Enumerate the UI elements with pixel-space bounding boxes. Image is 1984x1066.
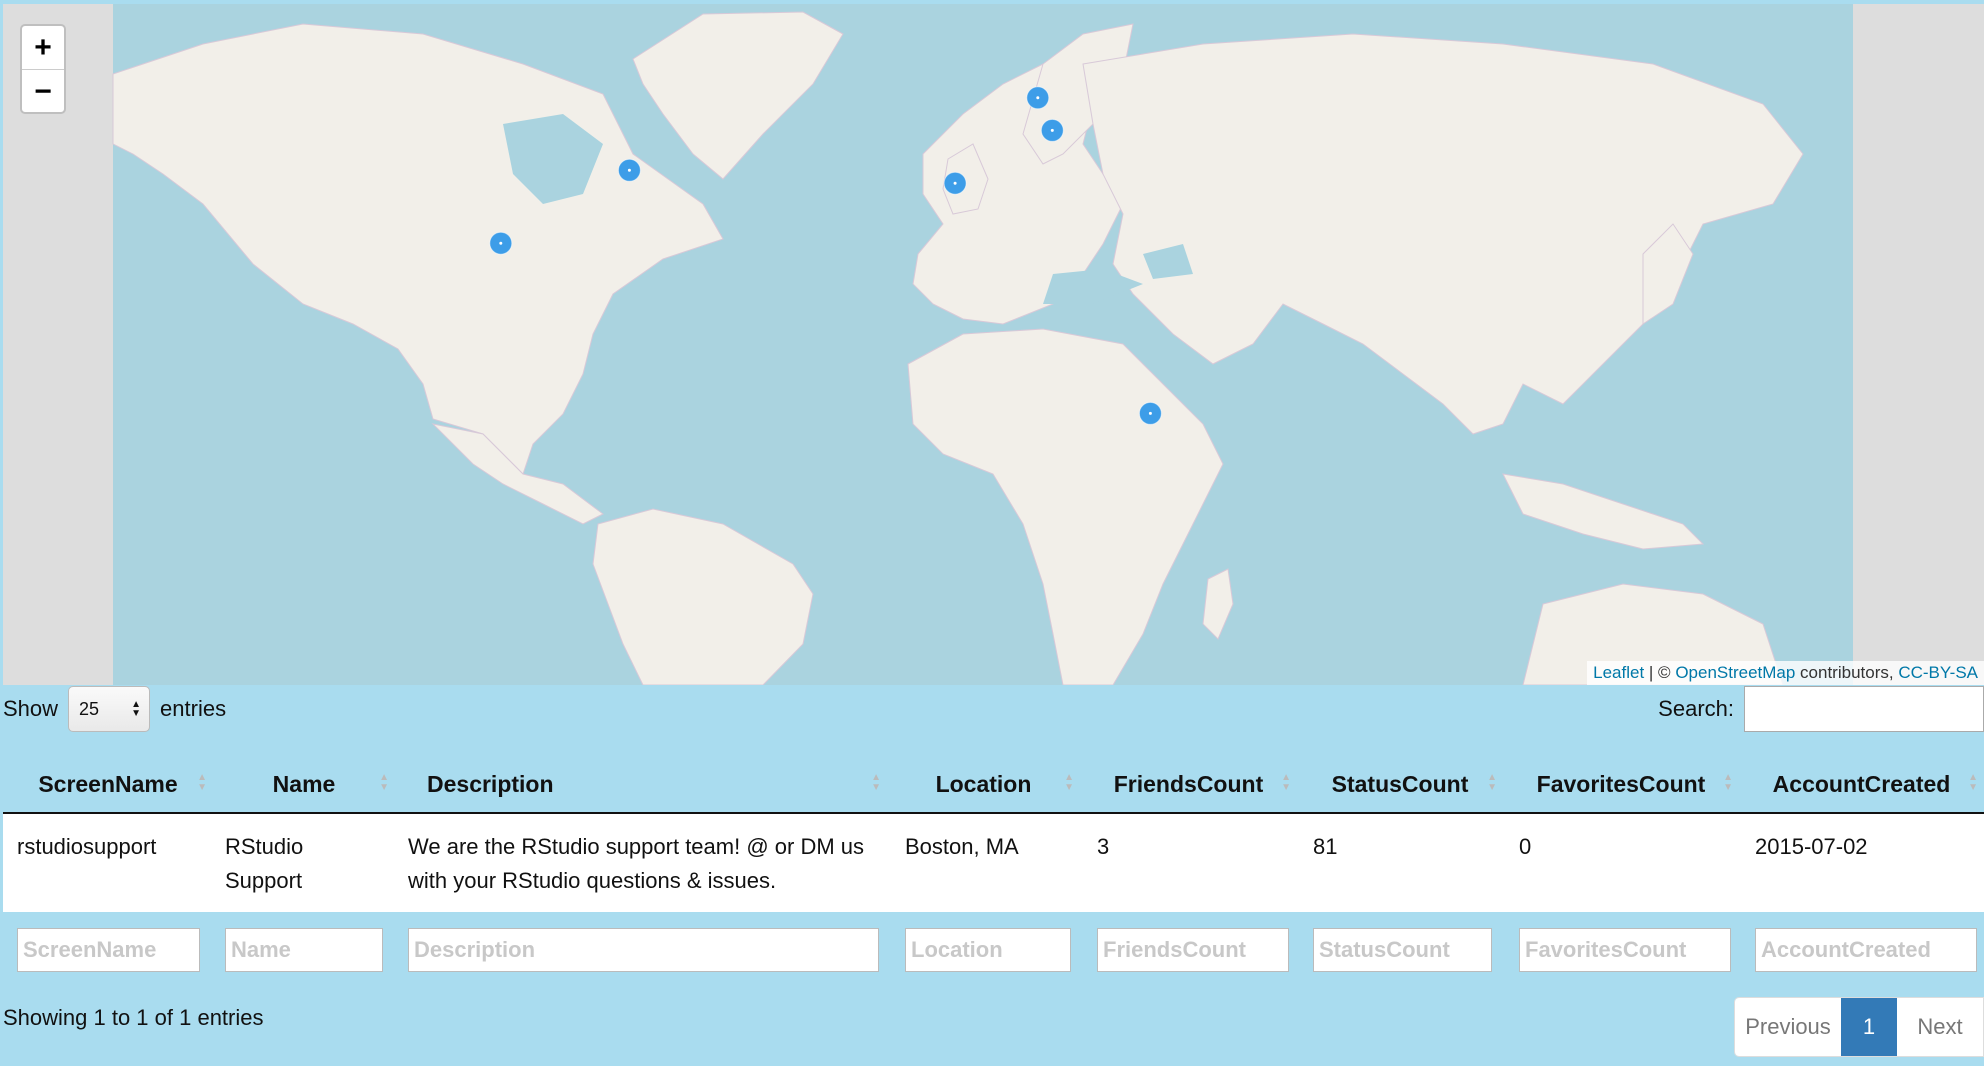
column-filters: ScreenName Name Description Location Friends… (3, 912, 1984, 982)
map-tiles (3, 4, 1984, 685)
cell-friendscount: 3 (1097, 834, 1110, 859)
cell-description: We are the RStudio support team! @ or DM… (408, 834, 865, 893)
column-header-screenname[interactable]: ScreenName ▲ ▼ (3, 756, 213, 812)
map-marker-center (1148, 411, 1152, 415)
map-attribution: Leaflet | © OpenStreetMap contributors, … (1587, 661, 1984, 685)
cell-statuscount: 81 (1313, 834, 1338, 859)
column-header-description[interactable]: Description ▲ ▼ (395, 756, 887, 812)
table-row: rstudiosupport RStudio Support We are the … (3, 814, 1984, 912)
cell-accountcreated: 2015-07-02 (1755, 834, 1868, 859)
search-control: Search: (1658, 684, 1984, 734)
attribution-separator: | © (1644, 663, 1676, 682)
table-header: ScreenName ▲ ▼ Name ▲ ▼ Description ▲ ▼ Location ▲… (3, 756, 1984, 812)
page-length-value: 25 (79, 698, 100, 719)
filter-input-favoritescount[interactable]: FavoritesCount (1519, 928, 1731, 972)
filter-input-statuscount[interactable]: StatusCount (1313, 928, 1492, 972)
sort-icon: ▲ ▼ (379, 772, 389, 793)
zoom-out-button[interactable]: − (22, 69, 64, 112)
map-marker-center (1036, 96, 1040, 100)
sort-icon: ▲ ▼ (1064, 772, 1074, 793)
osm-link[interactable]: OpenStreetMap (1675, 663, 1795, 682)
license-link[interactable]: CC-BY-SA (1898, 663, 1978, 682)
table-info: Showing 1 to 1 of 1 entries (3, 1005, 264, 1030)
column-header-label: StatusCount (1331, 770, 1469, 797)
cell-location: Boston, MA (905, 834, 1019, 859)
sort-icon: ▲ ▼ (1281, 772, 1291, 793)
sort-icon: ▲ ▼ (1723, 772, 1733, 793)
page-length-control: Show 25 ▲ ▼ entries (3, 684, 226, 734)
sort-icon: ▲ ▼ (197, 772, 207, 793)
column-header-label: Name (272, 770, 336, 797)
previous-button[interactable]: Previous (1735, 998, 1841, 1056)
column-header-label: ScreenName (38, 770, 178, 797)
attribution-contributors: contributors, (1795, 663, 1899, 682)
search-input[interactable] (1744, 686, 1984, 732)
map-marker-center (627, 168, 631, 172)
search-label: Search: (1658, 696, 1734, 721)
cell-favoritescount: 0 (1519, 834, 1532, 859)
column-header-accountcreated[interactable]: AccountCreated ▲ ▼ (1739, 756, 1984, 812)
column-header-friendscount[interactable]: FriendsCount ▲ ▼ (1080, 756, 1297, 812)
column-header-name[interactable]: Name ▲ ▼ (213, 756, 395, 812)
column-header-label: AccountCreated (1772, 770, 1951, 797)
sort-icon: ▲ ▼ (1487, 772, 1497, 793)
show-label: Show (3, 696, 59, 721)
column-header-label: Description (427, 770, 554, 797)
page-button-1[interactable]: 1 (1841, 998, 1897, 1056)
map-marker-center (499, 241, 503, 245)
filter-input-screenname[interactable]: ScreenName (17, 928, 200, 972)
column-header-favoritescount[interactable]: FavoritesCount ▲ ▼ (1503, 756, 1739, 812)
cell-screenname: rstudiosupport (17, 834, 157, 859)
select-arrows-icon: ▲ ▼ (131, 699, 142, 719)
sort-icon: ▲ ▼ (871, 772, 881, 793)
column-header-location[interactable]: Location ▲ ▼ (887, 756, 1080, 812)
filter-input-accountcreated[interactable]: AccountCreated (1755, 928, 1977, 972)
sort-icon: ▲ ▼ (1968, 772, 1978, 793)
column-header-label: Location (935, 770, 1032, 797)
next-button[interactable]: Next (1897, 998, 1983, 1056)
filter-input-description[interactable]: Description (408, 928, 879, 972)
filter-input-location[interactable]: Location (905, 928, 1071, 972)
map-marker-center (953, 181, 957, 185)
leaflet-link[interactable]: Leaflet (1593, 663, 1644, 682)
entries-label: entries (160, 696, 227, 721)
zoom-control: + − (20, 24, 66, 114)
column-header-statuscount[interactable]: StatusCount ▲ ▼ (1297, 756, 1503, 812)
filter-input-name[interactable]: Name (225, 928, 383, 972)
zoom-in-button[interactable]: + (22, 26, 64, 69)
pagination: Previous 1 Next (1734, 997, 1984, 1057)
page-length-select[interactable]: 25 ▲ ▼ (68, 686, 151, 732)
map-marker-center (1050, 128, 1054, 132)
column-header-label: FavoritesCount (1536, 770, 1706, 797)
column-header-label: FriendsCount (1113, 770, 1264, 797)
cell-name: RStudio Support (225, 834, 304, 893)
world-map[interactable]: + − Leaflet | © OpenStreetMap contributo… (3, 4, 1984, 685)
filter-input-friendscount[interactable]: FriendsCount (1097, 928, 1289, 972)
